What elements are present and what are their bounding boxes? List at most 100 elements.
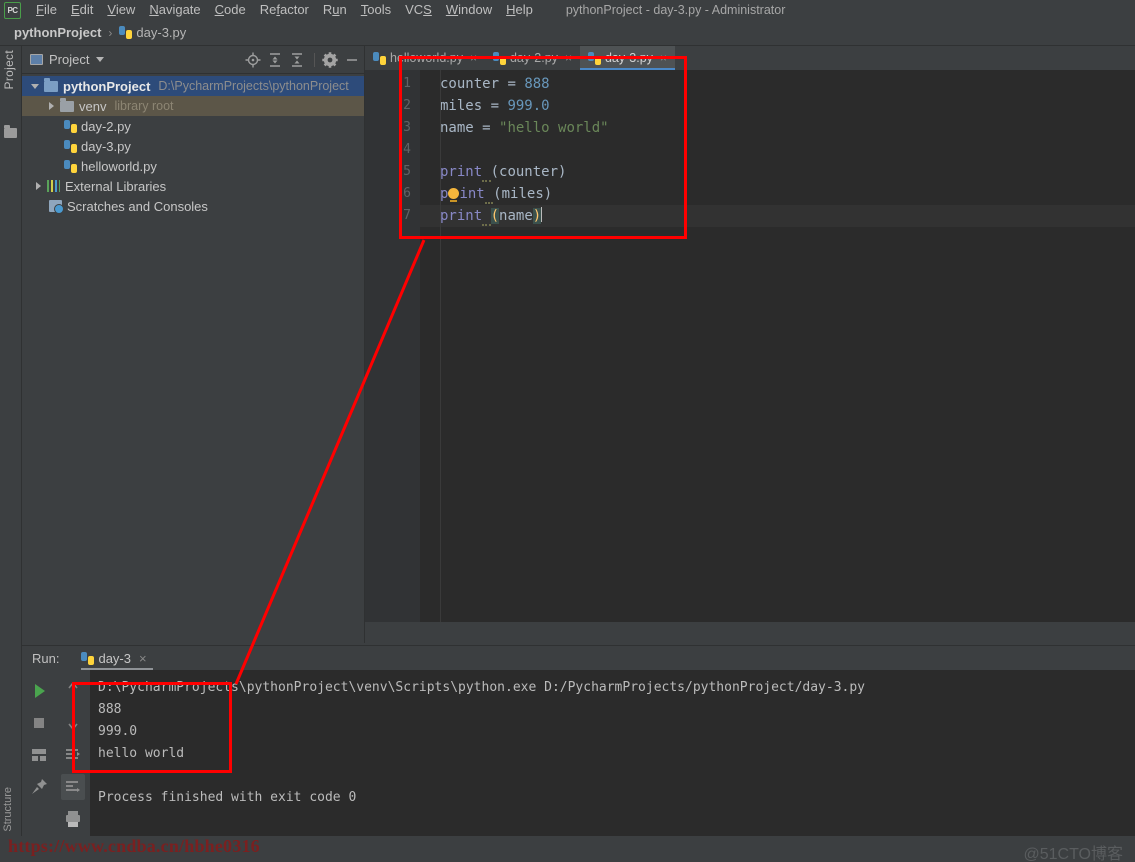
editor-tab-helloworld[interactable]: helloworld.py × <box>365 46 485 70</box>
library-icon <box>47 180 60 192</box>
tree-item-label: Scratches and Consoles <box>67 198 208 214</box>
editor-tab-label: helloworld.py <box>390 51 463 65</box>
window-title: pythonProject - day-3.py - Administrator <box>565 3 786 17</box>
scroll-up-icon[interactable] <box>61 678 85 704</box>
tree-item-scratches[interactable]: Scratches and Consoles <box>22 196 364 216</box>
console-line: Process finished with exit code 0 <box>98 790 357 805</box>
menu-refactor[interactable]: Refactor <box>253 0 316 20</box>
project-tree: pythonProject D:\PycharmProjects\pythonP… <box>22 74 364 216</box>
project-panel-header: Project <box>22 46 364 74</box>
tree-item-project-root[interactable]: pythonProject D:\PycharmProjects\pythonP… <box>22 76 364 96</box>
close-icon[interactable]: × <box>660 51 667 65</box>
scroll-down-icon[interactable] <box>61 710 85 736</box>
scratches-icon <box>49 200 64 214</box>
run-panel-body: D:\PycharmProjects\pythonProject\venv\Sc… <box>22 670 1135 858</box>
line-number: 1 <box>403 76 411 91</box>
tree-item-label: day-3.py <box>81 138 131 154</box>
menu-navigate[interactable]: Navigate <box>142 0 207 20</box>
breadcrumb-project[interactable]: pythonProject <box>14 25 101 40</box>
run-tab-day3[interactable]: day-3 × <box>81 646 153 670</box>
tree-item-external-libraries[interactable]: External Libraries <box>22 176 364 196</box>
code-line-7: print (name) <box>420 205 1135 227</box>
python-file-icon <box>119 26 133 39</box>
tree-item-helloworld[interactable]: helloworld.py <box>22 156 364 176</box>
tree-item-label: venv <box>79 98 107 114</box>
line-number: 5 <box>403 164 411 179</box>
indent-guide <box>440 70 441 622</box>
tool-window-button-project[interactable]: Project <box>2 50 16 89</box>
menu-edit[interactable]: Edit <box>64 0 100 20</box>
menu-window[interactable]: Window <box>439 0 499 20</box>
pin-icon[interactable] <box>27 774 51 800</box>
stop-icon[interactable] <box>27 710 51 736</box>
code-line-2: miles = 999.0 <box>440 98 550 114</box>
menu-file[interactable]: FFileile <box>29 0 64 20</box>
run-panel-label: Run: <box>32 650 60 666</box>
intention-bulb-icon[interactable] <box>448 188 460 202</box>
tree-item-label: External Libraries <box>65 178 167 194</box>
collapse-all-icon[interactable] <box>287 50 307 70</box>
tree-item-label: pythonProject <box>63 78 151 94</box>
python-file-icon <box>81 651 95 665</box>
run-panel-header: Run: day-3 × <box>22 646 1135 670</box>
gear-icon[interactable] <box>320 50 340 70</box>
run-toolbar-right <box>55 670 90 858</box>
code-line-3: name = "hello world" <box>440 120 609 136</box>
editor-tab-day2[interactable]: day-2.py × <box>484 46 580 70</box>
line-number-gutter: 1 2 3 4 5 6 7 <box>365 70 420 622</box>
tree-item-path: D:\PycharmProjects\pythonProject <box>158 79 349 93</box>
editor-tab-day3[interactable]: day-3.py × <box>579 46 675 70</box>
run-toolbar-left <box>22 670 55 837</box>
tree-item-day3[interactable]: day-3.py <box>22 136 364 156</box>
folder-icon[interactable] <box>4 125 17 138</box>
console-line: D:\PycharmProjects\pythonProject\venv\Sc… <box>98 680 866 695</box>
close-icon[interactable]: × <box>565 51 572 65</box>
left-tool-strip: Project Structure <box>0 46 22 836</box>
chevron-down-icon[interactable] <box>96 57 105 62</box>
editor-tab-label: day-2.py <box>509 51 558 65</box>
console-output[interactable]: D:\PycharmProjects\pythonProject\venv\Sc… <box>90 670 1135 837</box>
tool-window-button-structure[interactable]: Structure <box>2 787 14 832</box>
line-number: 6 <box>403 186 411 201</box>
menu-tools[interactable]: Tools <box>354 0 398 20</box>
print-icon[interactable] <box>61 806 85 832</box>
menu-view[interactable]: View <box>100 0 142 20</box>
soft-wrap-icon[interactable] <box>61 742 85 768</box>
tree-item-label: helloworld.py <box>81 158 157 174</box>
console-line: hello world <box>98 746 185 761</box>
chevron-down-icon[interactable] <box>30 81 41 92</box>
folder-icon <box>60 97 74 112</box>
code-line-1: counter = 888 <box>440 76 550 92</box>
watermark-url: https://www.cndba.cn/hbhe0316 <box>8 836 260 856</box>
chevron-right-icon[interactable] <box>46 101 57 112</box>
console-line: 888 <box>98 702 122 717</box>
expand-all-icon[interactable] <box>265 50 285 70</box>
tree-item-path: library root <box>114 99 174 113</box>
console-line: 999.0 <box>98 724 138 739</box>
line-number: 4 <box>403 142 411 157</box>
menu-vcs[interactable]: VCS <box>398 0 439 20</box>
scroll-to-end-icon[interactable] <box>60 774 85 800</box>
locate-icon[interactable] <box>243 50 263 70</box>
breadcrumb-separator: › <box>108 25 113 40</box>
rerun-play-icon[interactable] <box>27 678 51 704</box>
close-icon[interactable]: × <box>139 651 147 666</box>
tree-item-label: day-2.py <box>81 118 131 134</box>
line-number: 3 <box>403 120 411 135</box>
menu-code[interactable]: Code <box>208 0 253 20</box>
menu-run[interactable]: Run <box>316 0 354 20</box>
code-text-area[interactable]: counter = 888 miles = 999.0 name = "hell… <box>420 70 1135 622</box>
tree-item-venv[interactable]: venv library root <box>22 96 364 116</box>
breadcrumb-file[interactable]: day-3.py <box>136 25 186 40</box>
menu-help[interactable]: Help <box>499 0 540 20</box>
tree-item-day2[interactable]: day-2.py <box>22 116 364 136</box>
close-icon[interactable]: × <box>470 51 477 65</box>
project-tool-window: Project pythonProject D:\PycharmProjects… <box>22 46 365 643</box>
chevron-right-icon[interactable] <box>33 181 44 192</box>
code-editor[interactable]: 1 2 3 4 5 6 7 counter = 888 miles = 999.… <box>365 70 1135 622</box>
minimize-icon[interactable] <box>342 50 362 70</box>
layout-icon[interactable] <box>27 742 51 768</box>
project-panel-title: Project <box>49 52 90 67</box>
